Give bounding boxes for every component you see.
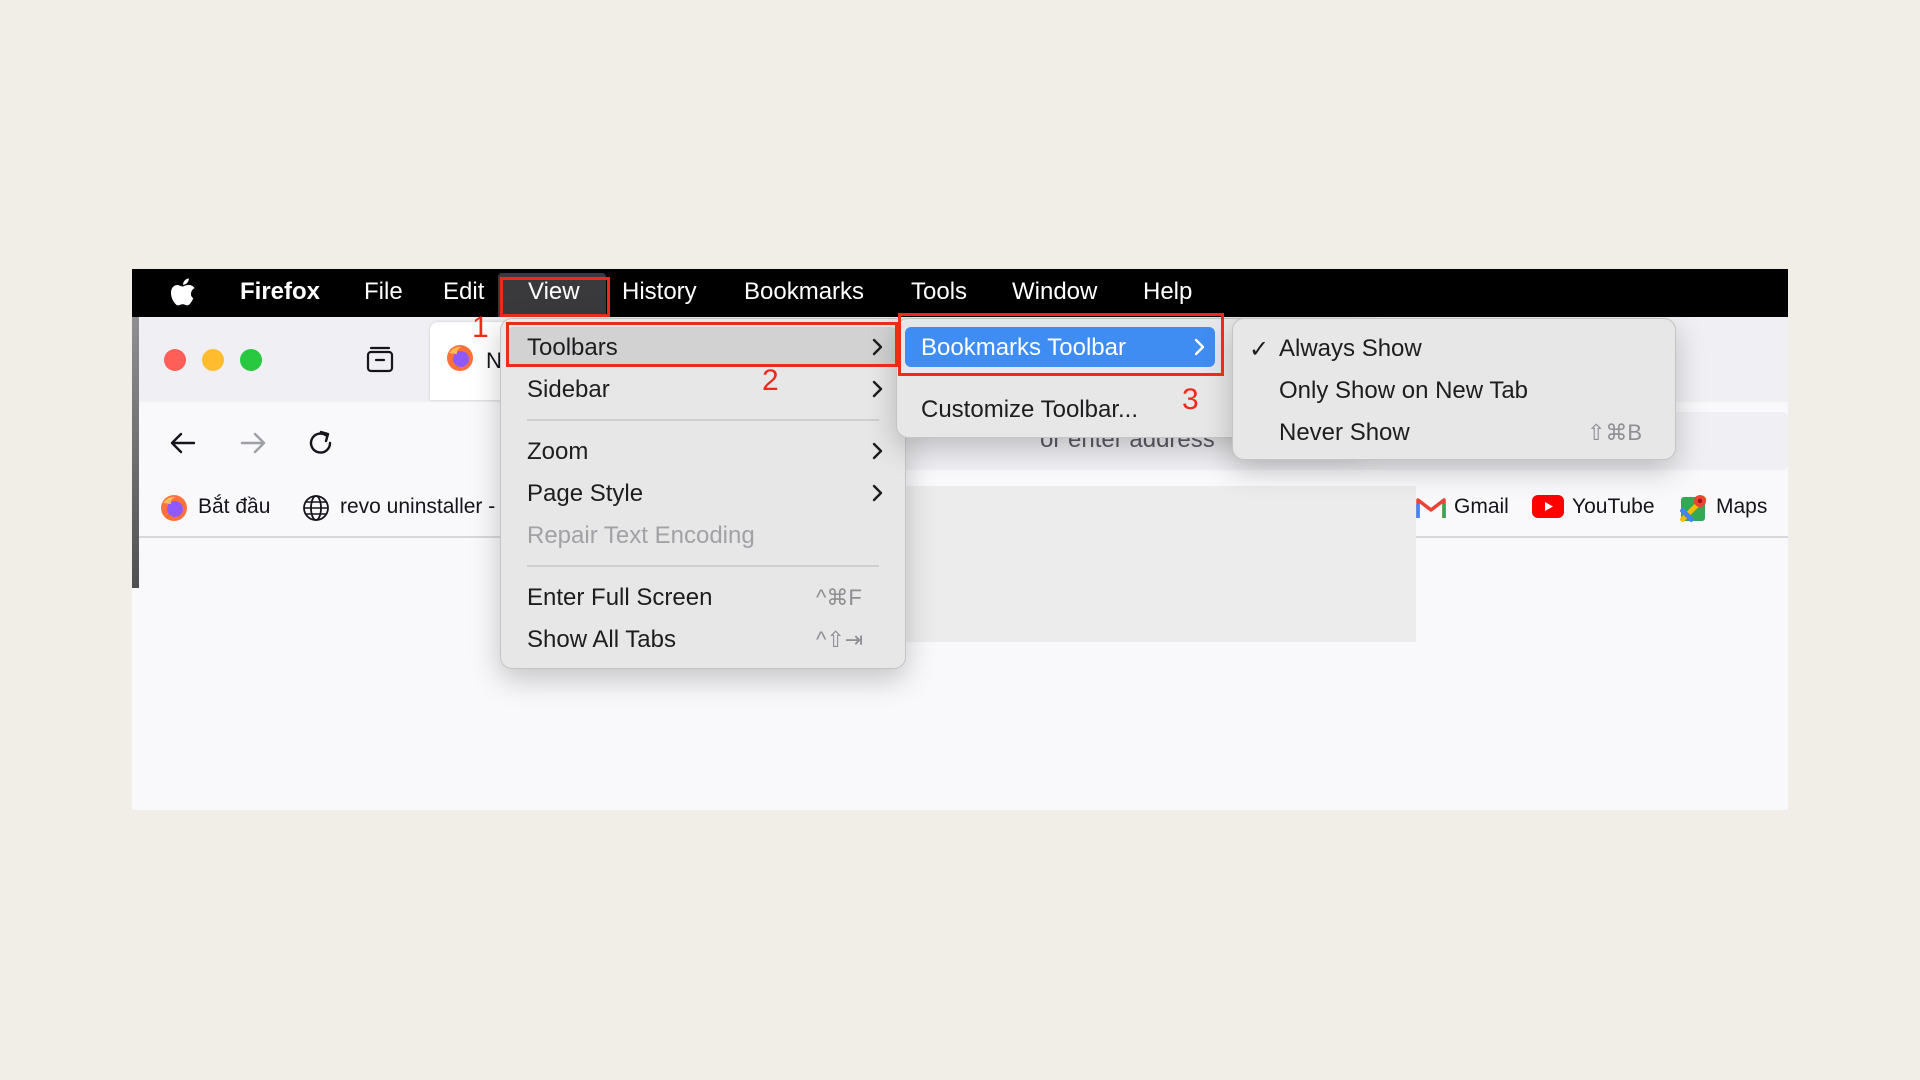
menu-help[interactable]: Help: [1143, 269, 1192, 317]
checkmark-icon: ✓: [1249, 336, 1270, 363]
screen: N or enter address Bắt đầu revo uninstal…: [132, 269, 1788, 810]
annotation-step-3: 3: [1182, 383, 1199, 416]
firefox-view-icon[interactable]: [364, 343, 396, 375]
annotation-box-bookmarks-toolbar: [898, 313, 1224, 376]
shortcut-full-screen: ^⌘F: [816, 585, 862, 610]
annotation-box-toolbars: [506, 322, 898, 367]
page-placeholder-panel: [904, 486, 1416, 642]
menu-item-sidebar[interactable]: Sidebar: [501, 369, 905, 409]
firefox-icon: [161, 495, 187, 521]
view-menu: Toolbars Sidebar Zoom Page Style Repair …: [500, 318, 906, 669]
zoom-window-button[interactable]: [240, 349, 262, 371]
menu-window[interactable]: Window: [1012, 269, 1097, 317]
menu-item-page-style[interactable]: Page Style: [501, 473, 905, 513]
maps-icon: [1680, 495, 1707, 522]
globe-icon: [303, 495, 329, 521]
close-window-button[interactable]: [164, 349, 186, 371]
firefox-icon: [447, 345, 473, 371]
menu-item-enter-full-screen[interactable]: Enter Full Screen ^⌘F: [501, 577, 905, 617]
minimize-window-button[interactable]: [202, 349, 224, 371]
shortcut-never-show: ⇧⌘B: [1587, 420, 1643, 445]
youtube-icon: [1532, 495, 1564, 518]
shortcut-show-all-tabs: ^⇧⇥: [816, 627, 864, 652]
bookmark-bat-dau[interactable]: Bắt đầu: [160, 488, 290, 526]
menu-file[interactable]: File: [364, 269, 403, 317]
menu-item-show-all-tabs[interactable]: Show All Tabs ^⇧⇥: [501, 619, 905, 659]
menu-item-always-show[interactable]: ✓ Always Show: [1233, 328, 1675, 368]
menu-item-zoom[interactable]: Zoom: [501, 431, 905, 471]
menu-tools[interactable]: Tools: [911, 269, 967, 317]
menu-item-never-show[interactable]: Never Show ⇧⌘B: [1233, 412, 1675, 452]
chevron-right-icon: [872, 442, 883, 460]
chevron-right-icon: [872, 484, 883, 502]
menu-edit[interactable]: Edit: [443, 269, 484, 317]
bookmark-gmail[interactable]: Gmail: [1416, 488, 1516, 526]
annotation-step-1: 1: [472, 311, 489, 344]
menu-item-only-show-on-new-tab[interactable]: Only Show on New Tab: [1233, 370, 1675, 410]
apple-logo-icon[interactable]: [169, 278, 196, 308]
window-edge: [132, 317, 139, 810]
annotation-box-view: [500, 277, 610, 317]
menu-separator: [527, 565, 879, 567]
menu-separator: [527, 419, 879, 421]
bookmarks-toolbar-submenu: ✓ Always Show Only Show on New Tab Never…: [1232, 318, 1676, 460]
bookmark-youtube[interactable]: YouTube: [1532, 488, 1662, 526]
bookmark-revo-uninstaller[interactable]: revo uninstaller -: [302, 488, 502, 526]
macos-menu-bar: Firefox File Edit View History Bookmarks…: [132, 269, 1788, 317]
annotation-step-2: 2: [762, 364, 779, 397]
menu-firefox[interactable]: Firefox: [240, 269, 320, 317]
forward-arrow-icon[interactable]: [236, 426, 270, 460]
menu-bookmarks[interactable]: Bookmarks: [744, 269, 864, 317]
chevron-right-icon: [872, 380, 883, 398]
back-arrow-icon[interactable]: [166, 426, 200, 460]
menu-history[interactable]: History: [622, 269, 697, 317]
bookmark-maps[interactable]: Maps: [1680, 488, 1780, 526]
menu-item-repair-text-encoding: Repair Text Encoding: [527, 522, 755, 549]
reload-icon[interactable]: [304, 426, 338, 460]
gmail-icon: [1416, 498, 1446, 518]
